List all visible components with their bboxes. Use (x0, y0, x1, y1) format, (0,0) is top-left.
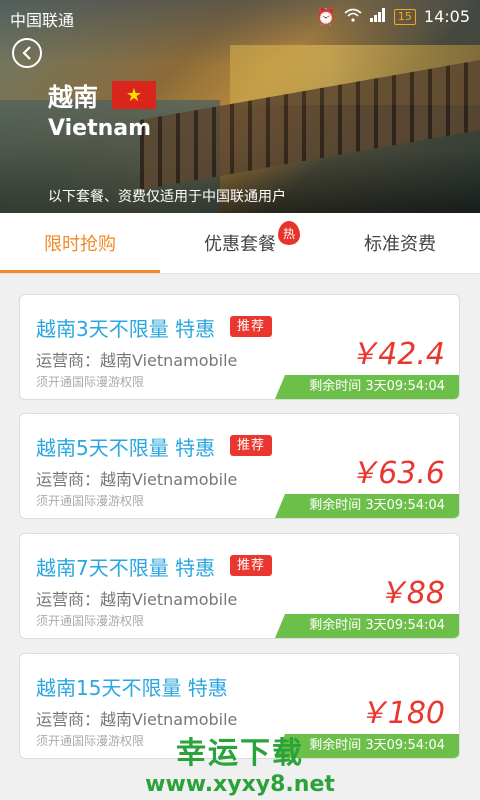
back-button[interactable] (12, 38, 42, 68)
carrier-name: 中国联通 (10, 11, 75, 30)
tab-bar: 限时抢购 优惠套餐 标准资费 (0, 213, 480, 274)
chevron-left-icon (22, 46, 31, 60)
tab-label: 标准资费 (364, 234, 436, 255)
package-title: 越南3天不限量 特惠 (36, 317, 216, 341)
package-title: 越南7天不限量 特惠 (36, 556, 216, 580)
countdown-timer: 剩余时间 3天09:54:04 (275, 375, 459, 399)
wifi-icon (344, 7, 362, 26)
requirement-text: 须开通国际漫游权限 (36, 494, 145, 508)
site-watermark: 幸运下载 www.xyxy8.net (0, 728, 480, 797)
price: ￥63.6 (348, 456, 445, 491)
alarm-icon: ⏰ (315, 7, 336, 26)
operator-text: 运营商：越南Vietnamobile (36, 351, 238, 370)
tab-label: 优惠套餐 (204, 234, 276, 255)
status-right: ⏰ 15 14:05 (316, 7, 470, 26)
package-title: 越南15天不限量 特惠 (36, 676, 228, 700)
clock-time: 14:05 (423, 7, 470, 26)
price: ￥42.4 (348, 337, 445, 372)
requirement-text: 须开通国际漫游权限 (36, 375, 145, 389)
country-name-en: Vietnam (48, 116, 152, 141)
tab-discount-packages[interactable]: 优惠套餐 (160, 213, 320, 273)
watermark-url: www.xyxy8.net (145, 772, 335, 797)
signal-icon (369, 7, 386, 26)
recommend-tag: 推荐 (230, 555, 273, 576)
tab-active-indicator (0, 270, 160, 273)
battery-icon: 15 (393, 8, 416, 25)
vietnam-flag-icon: ★ (112, 81, 156, 109)
package-card[interactable]: 越南3天不限量 特惠 推荐 运营商：越南Vietnamobile 须开通国际漫游… (19, 294, 460, 400)
countdown-timer: 剩余时间 3天09:54:04 (275, 614, 459, 638)
watermark-title: 幸运下载 (176, 736, 304, 771)
price: ￥88 (376, 576, 445, 611)
notice-text: 以下套餐、资费仅适用于中国联通用户 (48, 189, 286, 205)
recommend-tag: 推荐 (230, 316, 273, 337)
operator-text: 运营商：越南Vietnamobile (36, 710, 238, 729)
tab-flash-sale[interactable]: 限时抢购 (0, 213, 160, 273)
country-name: 越南 (48, 83, 99, 112)
tab-standard-rates[interactable]: 标准资费 (320, 213, 480, 273)
countdown-timer: 剩余时间 3天09:54:04 (275, 494, 459, 518)
recommend-tag: 推荐 (230, 435, 273, 456)
operator-text: 运营商：越南Vietnamobile (36, 590, 238, 609)
package-title: 越南5天不限量 特惠 (36, 436, 216, 460)
package-card[interactable]: 越南7天不限量 特惠 推荐 运营商：越南Vietnamobile 须开通国际漫游… (19, 533, 460, 639)
status-bar: 中国联通 ⏰ 15 14:05 (0, 0, 480, 32)
package-card[interactable]: 越南5天不限量 特惠 推荐 运营商：越南Vietnamobile 须开通国际漫游… (19, 413, 460, 519)
requirement-text: 须开通国际漫游权限 (36, 614, 145, 628)
operator-text: 运营商：越南Vietnamobile (36, 470, 238, 489)
hot-badge: 热 (278, 221, 300, 245)
tab-label: 限时抢购 (44, 234, 116, 255)
price: ￥180 (357, 696, 445, 731)
